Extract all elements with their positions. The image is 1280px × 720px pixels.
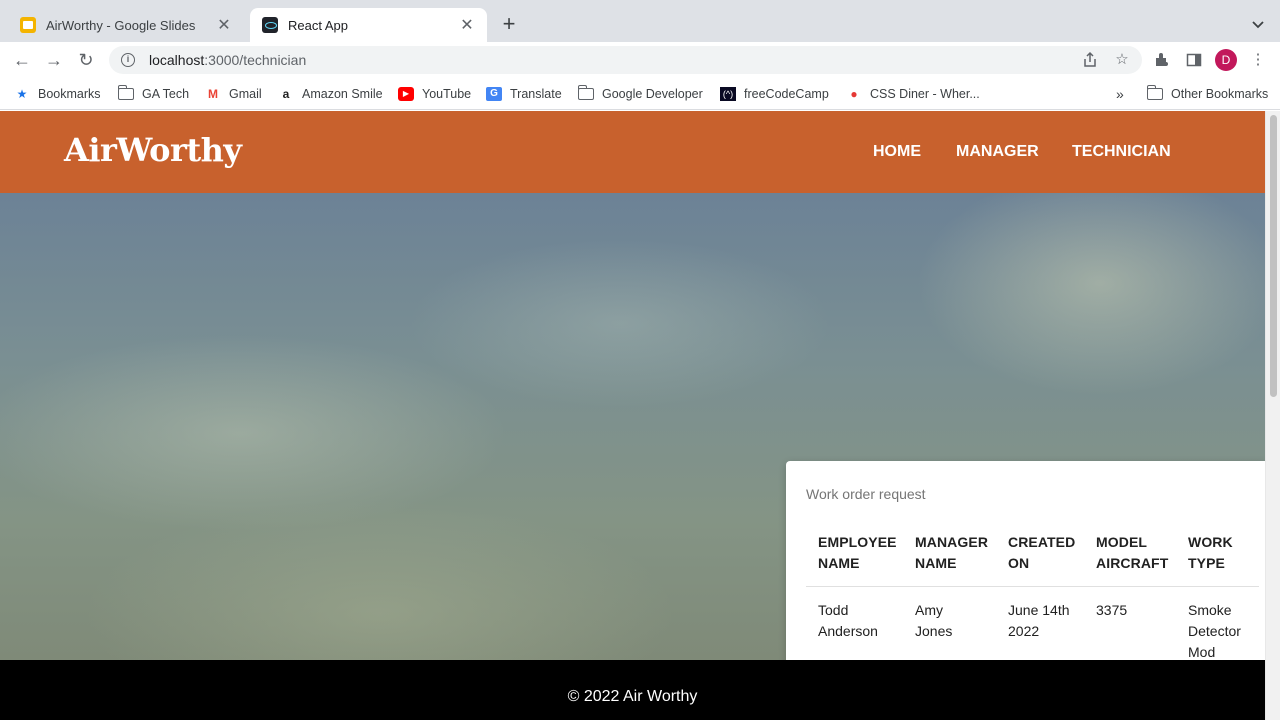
extensions-icon[interactable] [1153,51,1171,69]
folder-icon [577,85,594,100]
youtube-icon: ▶ [398,87,414,101]
header-line: NAME [818,555,860,571]
freecodecamp-icon: (^) [720,87,736,101]
bookmark-translate[interactable]: G Translate [486,85,562,103]
column-header-created-on: CREATED ON [1008,532,1075,574]
cell-model-aircraft: 3375 [1096,600,1127,621]
star-icon: ★ [16,87,28,101]
bookmark-other[interactable]: Other Bookmarks [1146,85,1269,103]
column-header-manager-name: MANAGER NAME [915,532,988,574]
share-icon[interactable] [1081,51,1099,69]
bookmark-bookmarks[interactable]: ★ Bookmarks [14,85,101,103]
column-header-employee-name: EMPLOYEE NAME [818,532,897,574]
cell-manager-name: Amy Jones [915,600,952,642]
header-line: TYPE [1188,555,1225,571]
tab-title: React App [288,17,348,33]
tab-google-slides[interactable]: AirWorthy - Google Slides ✕ [8,8,244,42]
menu-icon[interactable]: ⋮ [1249,51,1267,69]
cell-line: June 14th [1008,602,1070,618]
close-icon[interactable]: ✕ [216,15,232,35]
header-line: EMPLOYEE [818,534,897,550]
cell-line: 3375 [1096,602,1128,618]
bookmark-ga-tech[interactable]: GA Tech [117,85,190,103]
bookmarks-overflow-icon[interactable]: » [1116,85,1124,103]
bookmark-freecodecamp[interactable]: (^) freeCodeCamp [720,85,829,103]
site-logo[interactable]: AirWorthy [64,131,242,169]
bookmark-label: Google Developer [602,87,703,101]
site-footer: © 2022 Air Worthy [0,660,1265,720]
url-host: localhost [149,52,205,68]
info-icon[interactable]: i [121,53,135,67]
nav-manager[interactable]: MANAGER [956,143,1039,161]
copyright-text: © 2022 Air Worthy [567,688,698,705]
cell-line: Detector [1188,623,1241,639]
reload-icon[interactable]: ↻ [76,50,96,70]
cell-line: Jones [915,623,953,639]
page-viewport: AirWorthy HOME MANAGER TECHNICIAN Work o… [0,111,1265,720]
forward-icon[interactable]: → [44,50,64,70]
nav-home[interactable]: HOME [873,143,921,161]
browser-toolbar: ← → ↻ i localhost:3000/technician ☆ D ⋮ [0,42,1280,78]
bookmark-label: freeCodeCamp [744,87,829,101]
cell-line: Todd [818,602,849,618]
header-line: MODEL [1096,534,1148,550]
bookmark-label: Translate [510,87,562,101]
translate-icon: G [486,87,502,101]
cell-line: Smoke [1188,602,1232,618]
gmail-icon: M [208,87,218,101]
scrollbar-thumb[interactable] [1270,115,1277,397]
chevron-down-icon[interactable] [1248,14,1268,34]
folder-icon [1146,85,1163,100]
new-tab-icon[interactable]: + [497,13,521,37]
cell-line: 2022 [1008,623,1040,639]
header-line: AIRCRAFT [1096,555,1169,571]
css-diner-icon: ● [850,87,858,101]
star-icon[interactable]: ☆ [1113,51,1131,69]
close-icon[interactable]: ✕ [459,15,475,35]
bookmark-label: CSS Diner - Wher... [870,87,980,101]
back-icon[interactable]: ← [12,50,32,70]
header-line: WORK [1188,534,1233,550]
react-icon [262,17,278,33]
header-line: ON [1008,555,1030,571]
tab-react-app[interactable]: React App ✕ [250,8,487,42]
cell-line: Amy [915,602,943,618]
table-caption: Work order request [806,486,926,502]
bookmark-label: Amazon Smile [302,87,383,101]
cell-created-on: June 14th 2022 [1008,600,1070,642]
bookmark-label: Gmail [229,87,262,101]
bookmark-label: GA Tech [142,87,190,101]
amazon-icon: a [282,87,290,101]
address-bar[interactable]: i localhost:3000/technician [109,46,1142,74]
bookmark-amazon-smile[interactable]: a Amazon Smile [278,85,383,103]
cell-employee-name: Todd Anderson [818,600,878,642]
url-path: :3000/technician [204,52,307,68]
column-header-model-aircraft: MODEL AIRCRAFT [1096,532,1168,574]
bookmark-label: Bookmarks [38,87,101,101]
header-line: CREATED [1008,534,1076,550]
bookmark-google-developer[interactable]: Google Developer [577,85,703,103]
side-panel-icon[interactable] [1185,51,1203,69]
folder-icon [117,85,134,100]
bookmarks-bar: ★ Bookmarks GA Tech M Gmail a Amazon Smi… [0,78,1280,110]
tab-strip: AirWorthy - Google Slides ✕ React App ✕ … [0,0,1280,42]
bookmark-gmail[interactable]: M Gmail [205,85,262,103]
column-header-work-type: WORK TYPE [1188,532,1233,574]
header-line: MANAGER [915,534,989,550]
page-scrollbar[interactable] [1265,111,1280,720]
header-line: NAME [915,555,957,571]
site-header: AirWorthy HOME MANAGER TECHNICIAN [0,111,1265,193]
tab-title: AirWorthy - Google Slides [46,17,196,33]
nav-technician[interactable]: TECHNICIAN [1072,143,1171,161]
bookmark-label: YouTube [422,87,472,101]
header-divider [806,586,1259,587]
bookmark-css-diner[interactable]: ● CSS Diner - Wher... [846,85,980,103]
cell-work-type: Smoke Detector Mod [1188,600,1241,663]
cell-line: Anderson [818,623,878,639]
bookmark-label: Other Bookmarks [1171,87,1269,101]
profile-avatar[interactable]: D [1215,49,1237,71]
google-slides-icon [20,17,36,33]
bookmark-youtube[interactable]: ▶ YouTube [398,85,471,103]
